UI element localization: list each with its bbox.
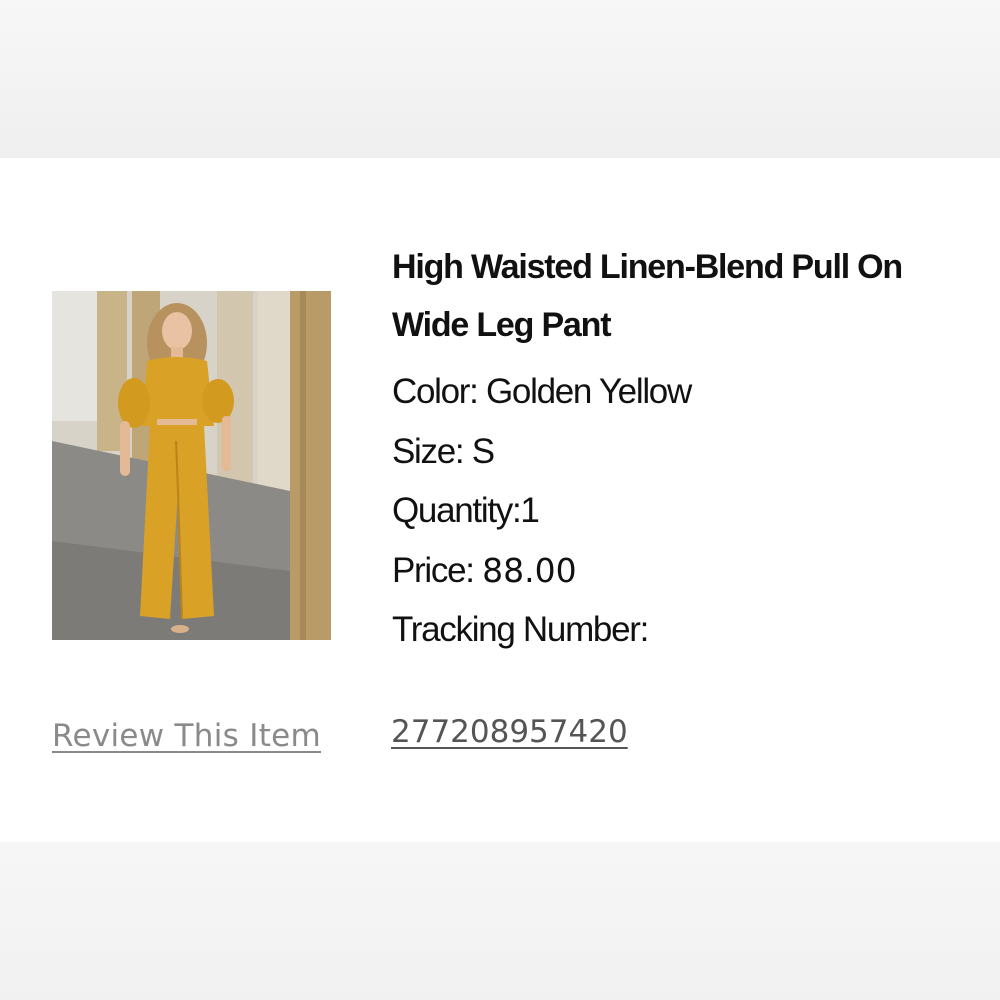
color-label: Color: [392, 372, 479, 411]
price-label: Price: [392, 550, 475, 590]
quantity-label: Quantity: [392, 491, 522, 530]
review-item-link[interactable]: Review This Item [52, 718, 321, 754]
page: Review This Item High Waisted Linen-Blen… [0, 0, 1000, 1000]
tracking-row: Tracking Number: [392, 600, 982, 660]
item-details: High Waisted Linen-Blend Pull On Wide Le… [392, 238, 982, 660]
product-photo-illustration [52, 291, 331, 640]
product-title[interactable]: High Waisted Linen-Blend Pull On Wide Le… [392, 238, 982, 354]
quantity-value: 1 [520, 491, 539, 530]
size-label: Size: [392, 431, 465, 471]
color-value: Golden Yellow [486, 372, 692, 411]
top-background-band [0, 0, 1000, 158]
color-row: Color: Golden Yellow [392, 362, 982, 422]
size-value: S [471, 431, 495, 471]
tracking-label: Tracking Number: [392, 610, 649, 649]
order-item-card: Review This Item High Waisted Linen-Blen… [0, 158, 1000, 842]
bottom-background-band [0, 842, 1000, 1000]
tracking-number-link[interactable]: 277208957420 [391, 714, 628, 750]
price-value: 88.00 [482, 550, 577, 590]
quantity-row: Quantity:1 [392, 481, 982, 541]
size-row: Size: S [392, 422, 982, 482]
price-row: Price: 88.00 [392, 541, 982, 601]
product-photo[interactable] [52, 291, 331, 640]
